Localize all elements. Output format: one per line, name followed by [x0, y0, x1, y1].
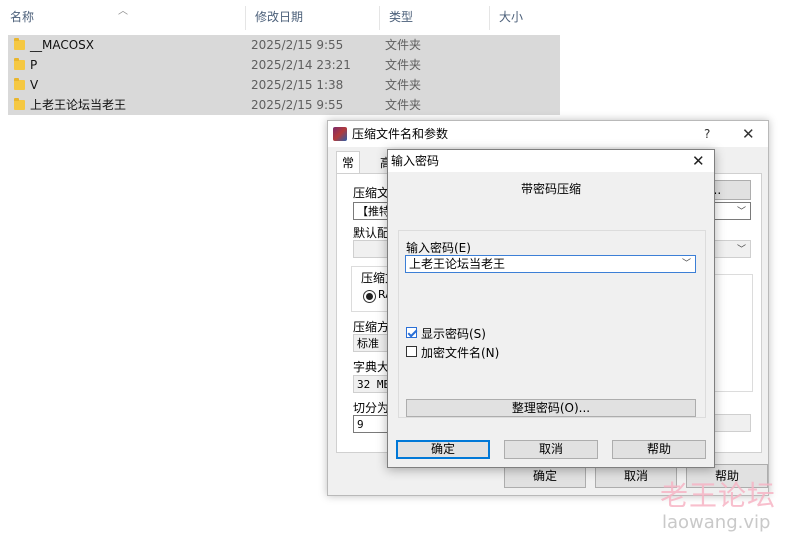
column-header-type[interactable]: 类型	[379, 0, 489, 34]
organize-passwords-label: 整理密码(O)...	[511, 401, 591, 415]
password-help-label: 帮助	[646, 442, 671, 456]
encrypt-filenames-label: 加密文件名(N)	[421, 346, 500, 360]
password-cancel-button[interactable]: 取消	[504, 440, 598, 459]
password-input[interactable]: 上老王论坛当老王 ﹀	[405, 255, 696, 273]
chevron-down-icon: ﹀	[736, 245, 746, 255]
folder-icon	[14, 58, 25, 70]
show-password-label: 显示密码(S)	[421, 327, 486, 341]
file-row[interactable]: 上老王论坛当老王 2025/2/15 9:55 文件夹	[8, 95, 560, 115]
password-value: 上老王论坛当老王	[409, 257, 506, 271]
file-type: 文件夹	[385, 58, 422, 72]
file-modified: 2025/2/15 1:38	[251, 78, 344, 92]
file-type: 文件夹	[385, 98, 422, 112]
file-modified: 2025/2/15 9:55	[251, 38, 344, 52]
file-type: 文件夹	[385, 78, 422, 92]
password-help-button[interactable]: 帮助	[612, 440, 706, 459]
watermark-logo: 老王论坛	[660, 479, 777, 512]
folder-icon	[14, 78, 25, 90]
rar-format-radio[interactable]	[363, 290, 376, 303]
chevron-down-icon: ﹀	[736, 207, 746, 217]
tab-general[interactable]: 常规	[336, 151, 361, 192]
column-header-modified[interactable]: 修改日期	[245, 0, 379, 34]
file-row[interactable]: P 2025/2/14 23:21 文件夹	[8, 55, 560, 75]
watermark-url: laowang.vip	[662, 512, 771, 533]
password-ok-button[interactable]: 确定	[396, 440, 490, 459]
sort-up-icon: ︿	[118, 6, 128, 17]
default-profile-label: 默认配	[353, 226, 390, 240]
column-header-size[interactable]: 大小	[489, 0, 565, 34]
file-type: 文件夹	[385, 38, 422, 52]
winrar-icon	[333, 127, 347, 141]
password-dialog-titlebar[interactable]: 输入密码 ✕	[388, 150, 714, 172]
file-row[interactable]: __MACOSX 2025/2/15 9:55 文件夹	[8, 35, 560, 55]
password-dialog-heading: 带密码压缩	[520, 182, 581, 196]
dialog-title: 压缩文件名和参数	[352, 127, 449, 141]
cancel-label: 取消	[623, 469, 648, 483]
organize-passwords-button[interactable]: 整理密码(O)...	[406, 399, 696, 417]
method-label: 压缩方	[353, 320, 390, 334]
folder-icon	[14, 38, 25, 50]
file-name: 上老王论坛当老王	[30, 98, 127, 112]
password-cancel-label: 取消	[538, 442, 563, 456]
file-modified: 2025/2/15 9:55	[251, 98, 344, 112]
dict-size-label: 字典大	[353, 360, 390, 374]
password-dialog-title: 输入密码	[391, 154, 440, 168]
password-label: 输入密码(E)	[406, 241, 471, 255]
close-icon[interactable]: ✕	[692, 150, 705, 172]
chevron-down-icon[interactable]: ﹀	[682, 256, 691, 272]
ok-label: 确定	[532, 469, 557, 483]
split-label: 切分为	[353, 401, 390, 415]
help-icon[interactable]: ?	[704, 121, 710, 147]
file-list-header: 名称 ︿ 修改日期 类型 大小	[0, 0, 565, 34]
encrypt-filenames-checkbox[interactable]	[406, 346, 417, 357]
file-name: P	[30, 58, 38, 72]
dialog-titlebar[interactable]: 压缩文件名和参数 ? ✕	[328, 121, 768, 147]
file-modified: 2025/2/14 23:21	[251, 58, 351, 72]
password-dialog: 输入密码 ✕ 带密码压缩 输入密码(E) 上老王论坛当老王 ﹀ 显示密码(S) …	[387, 149, 715, 468]
archive-name-label: 压缩文	[353, 186, 390, 200]
show-password-checkbox[interactable]	[406, 327, 417, 338]
close-icon[interactable]: ✕	[742, 121, 755, 147]
folder-icon	[14, 98, 25, 110]
file-name: V	[30, 78, 39, 92]
file-row[interactable]: V 2025/2/15 1:38 文件夹	[8, 75, 560, 95]
file-name: __MACOSX	[30, 38, 95, 52]
password-ok-label: 确定	[430, 442, 455, 456]
